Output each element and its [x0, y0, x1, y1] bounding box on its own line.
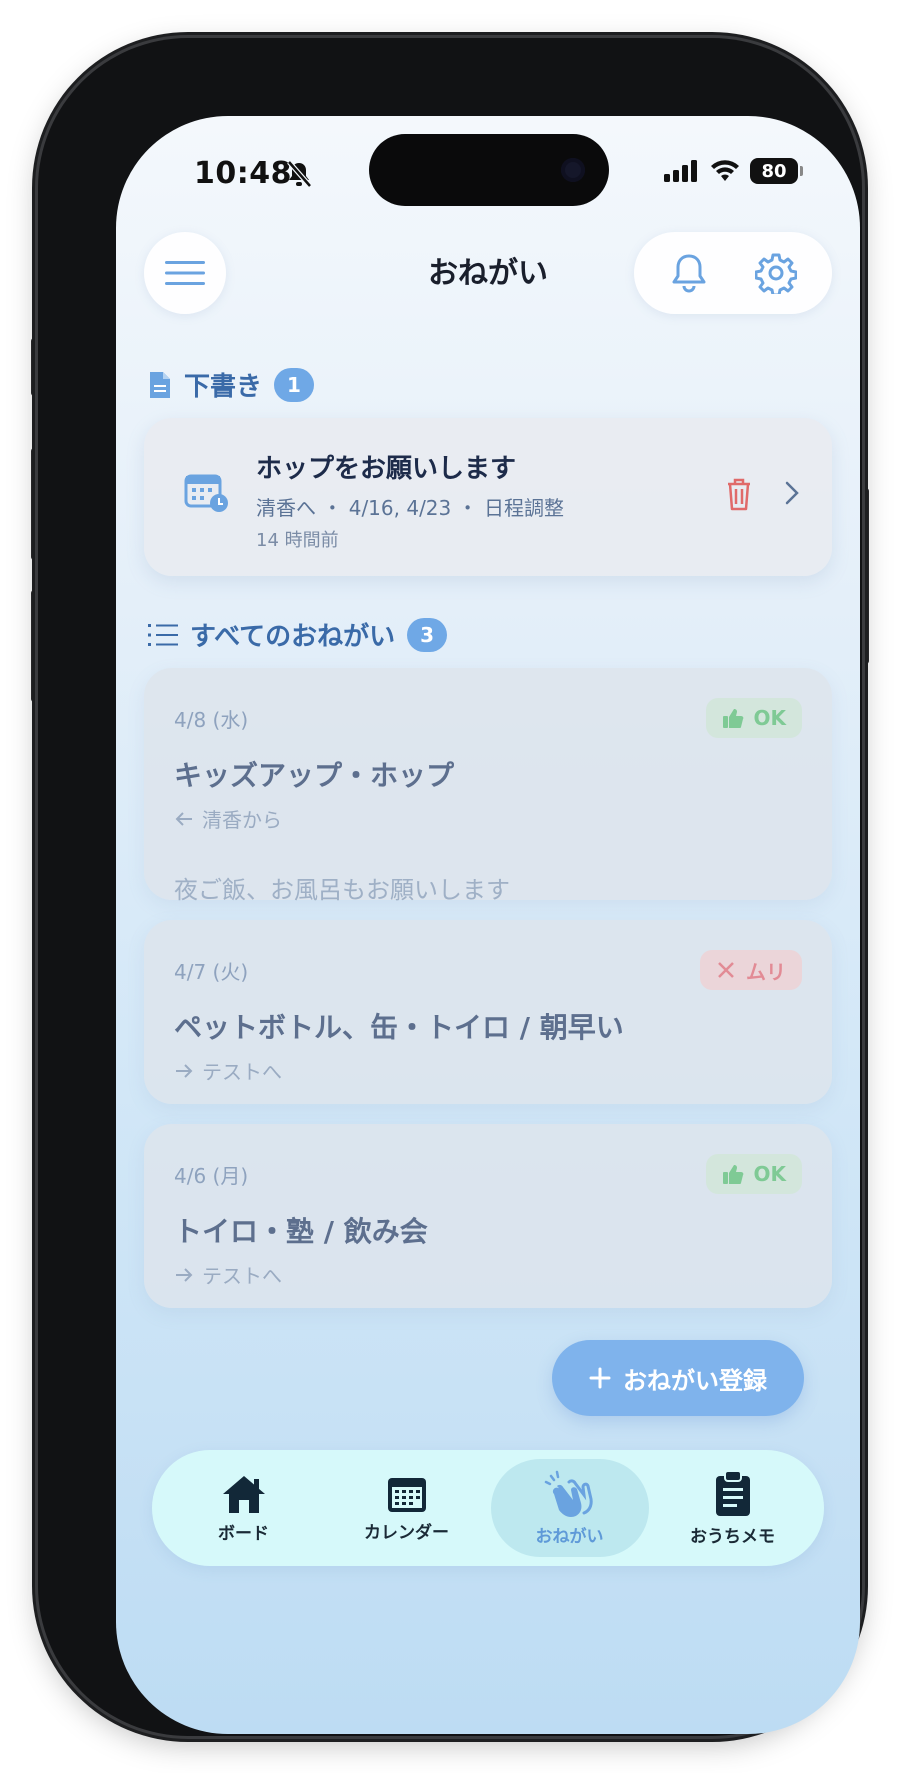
request-title: キッズアップ・ホップ	[174, 759, 455, 792]
request-title: ペットボトル、缶・トイロ / 朝早い	[174, 1011, 624, 1044]
request-title: トイロ・塾 / 飲み会	[174, 1215, 428, 1248]
request-direction: 清香から	[174, 804, 282, 833]
add-request-button[interactable]: おねがい登録	[552, 1340, 804, 1416]
tab-label: ボード	[218, 1523, 269, 1544]
clipboard-icon	[715, 1469, 750, 1516]
drafts-section-header: 下書き 1	[148, 366, 315, 403]
status-badge-ok: OK	[705, 698, 802, 738]
gear-icon[interactable]	[755, 252, 797, 294]
request-date: 4/8 (水)	[174, 708, 249, 732]
camera	[561, 158, 585, 182]
tab-home-memo[interactable]: おうちメモ	[654, 1459, 812, 1557]
thumbs-up-icon	[722, 1165, 743, 1184]
status-icons: 80	[664, 158, 803, 184]
phone-frame: 10:48 80 おねがい 下書き 1 ホップをお願いします 清香へ ・ 4/1…	[38, 38, 862, 1736]
arrow-left-icon	[175, 811, 192, 826]
battery-indicator: 80	[750, 158, 803, 184]
request-date: 4/7 (火)	[174, 960, 249, 984]
header-actions	[634, 232, 832, 314]
waving-hands-icon	[544, 1470, 593, 1517]
all-requests-title: すべてのおねがい	[190, 622, 396, 652]
screen: 10:48 80 おねがい 下書き 1 ホップをお願いします 清香へ ・ 4/1…	[116, 116, 860, 1734]
signal-icon	[664, 160, 697, 182]
chevron-right-icon[interactable]	[784, 480, 800, 506]
tab-label: おうちメモ	[690, 1526, 775, 1547]
request-card[interactable]: 4/6 (月) OK トイロ・塾 / 飲み会 テストへ	[144, 1124, 832, 1308]
thumbs-up-icon	[722, 709, 743, 728]
status-label: ムリ	[746, 959, 786, 984]
request-direction: テストへ	[174, 1260, 282, 1289]
draft-meta: 清香へ ・ 4/16, 4/23 ・ 日程調整	[256, 496, 564, 520]
arrow-right-icon	[176, 1267, 193, 1282]
add-request-label: おねがい登録	[623, 1366, 767, 1395]
arrow-right-icon	[176, 1063, 193, 1078]
home-icon	[222, 1475, 265, 1513]
tab-bar: ボード カレンダー おねがい おうちメモ	[152, 1450, 824, 1566]
list-icon	[148, 623, 178, 646]
document-icon	[150, 371, 170, 398]
direction-label: テストへ	[202, 1060, 282, 1084]
drafts-count-badge: 1	[274, 367, 315, 402]
wifi-icon	[711, 160, 739, 181]
request-note: 夜ご飯、お風呂もお願いします	[174, 876, 510, 904]
status-label: OK	[753, 706, 787, 730]
tab-label: おねがい	[535, 1526, 604, 1547]
all-requests-count-badge: 3	[407, 617, 448, 652]
request-card[interactable]: 4/7 (火) ムリ ペットボトル、缶・トイロ / 朝早い テストへ	[144, 920, 832, 1104]
calendar-icon	[387, 1477, 426, 1512]
request-date: 4/6 (月)	[174, 1164, 249, 1188]
request-card[interactable]: 4/8 (水) OK キッズアップ・ホップ 清香から 夜ご飯、お風呂もお願いしま…	[144, 668, 832, 904]
bell-icon[interactable]	[669, 252, 709, 294]
calendar-clock-icon	[184, 474, 228, 512]
draft-title: ホップをお願いします	[256, 454, 517, 484]
drafts-title: 下書き	[184, 372, 263, 402]
tab-label: カレンダー	[364, 1522, 449, 1543]
status-time: 10:48	[194, 156, 292, 191]
plus-icon	[589, 1367, 611, 1389]
tab-requests[interactable]: おねがい	[490, 1459, 649, 1557]
dynamic-island	[369, 134, 609, 206]
direction-label: 清香から	[202, 808, 282, 832]
silent-bell-icon	[287, 160, 312, 188]
direction-label: テストへ	[202, 1264, 282, 1288]
tab-board[interactable]: ボード	[165, 1459, 323, 1557]
power-button	[861, 488, 869, 664]
status-label: OK	[753, 1162, 787, 1186]
draft-time: 14 時間前	[256, 530, 339, 551]
status-badge-ok: OK	[705, 1154, 802, 1194]
trash-icon[interactable]	[724, 476, 754, 512]
status-badge-reject: ムリ	[700, 950, 802, 990]
close-icon	[718, 962, 734, 978]
draft-card[interactable]: ホップをお願いします 清香へ ・ 4/16, 4/23 ・ 日程調整 14 時間…	[144, 418, 832, 576]
tab-calendar[interactable]: カレンダー	[328, 1459, 486, 1557]
all-requests-section-header: すべてのおねがい 3	[148, 616, 448, 653]
request-direction: テストへ	[174, 1056, 282, 1085]
